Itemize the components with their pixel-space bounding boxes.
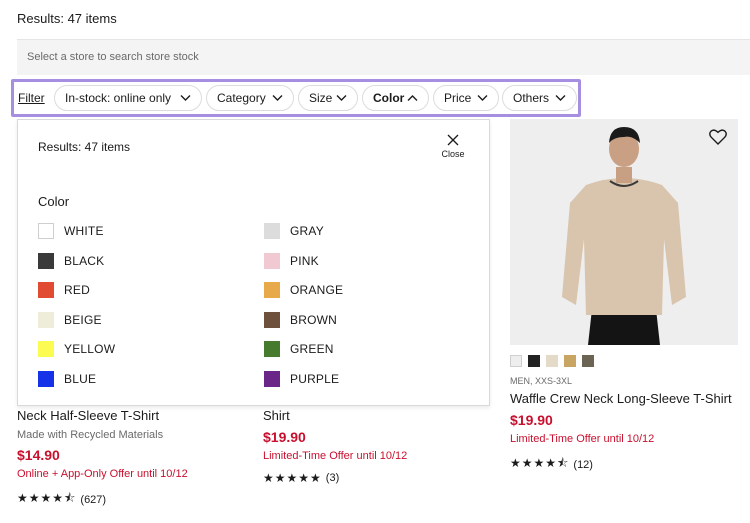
product-name[interactable]: Waffle Crew Neck Long-Sleeve T-Shirt: [510, 391, 746, 406]
pill-label: Size: [309, 91, 333, 105]
swatch-option[interactable]: [528, 355, 540, 367]
product-offer: Limited-Time Offer until 10/12: [263, 450, 408, 462]
color-option-beige[interactable]: BEIGE: [38, 311, 102, 329]
rating-count: (12): [573, 458, 593, 471]
close-button[interactable]: Close: [436, 134, 470, 164]
chevron-up-icon: [404, 85, 422, 111]
swatch-option[interactable]: [564, 355, 576, 367]
chevron-down-icon: [177, 85, 195, 111]
swatch-option[interactable]: [582, 355, 594, 367]
product-color-swatches: [510, 355, 600, 367]
filter-pill-color[interactable]: Color: [362, 85, 429, 111]
store-search-placeholder: Select a store to search store stock: [27, 51, 199, 63]
product-card-3[interactable]: Waffle Crew Neck Long-Sleeve T-Shirt $19…: [510, 391, 746, 475]
product-rating: ★★★★★ (3): [263, 471, 493, 485]
color-swatch: [264, 341, 280, 357]
filter-pill-category[interactable]: Category: [206, 85, 294, 111]
color-filter-panel: Results: 47 items Close Color WHITE GRAY…: [17, 119, 490, 406]
star-rating-icon: ★★★★⯪: [510, 456, 570, 470]
color-option-brown[interactable]: BROWN: [264, 311, 337, 329]
color-label: YELLOW: [64, 342, 116, 356]
product-subtitle: Made with Recycled Materials: [17, 429, 164, 441]
product-price: $14.90: [17, 447, 60, 463]
product-card-1[interactable]: Neck Half-Sleeve T-Shirt Made with Recyc…: [17, 408, 257, 510]
product-card-2[interactable]: Shirt $19.90 Limited-Time Offer until 10…: [263, 408, 493, 485]
filter-pill-others[interactable]: Others: [502, 85, 577, 111]
color-option-gray[interactable]: GRAY: [264, 222, 324, 240]
color-swatch: [38, 282, 54, 298]
product-price: $19.90: [263, 429, 306, 445]
color-label: RED: [64, 283, 90, 297]
rating-count: (3): [325, 472, 340, 484]
color-swatch: [38, 223, 54, 239]
product-name[interactable]: Neck Half-Sleeve T-Shirt: [17, 408, 257, 423]
product-size-range: MEN, XXS-3XL: [510, 376, 573, 386]
pill-label: Others: [513, 91, 550, 105]
filter-pill-instock[interactable]: In-stock: online only: [54, 85, 202, 111]
swatch-option[interactable]: [546, 355, 558, 367]
product-offer: Online + App-Only Offer until 10/12: [17, 468, 188, 480]
color-label: ORANGE: [290, 283, 344, 297]
color-option-green[interactable]: GREEN: [264, 340, 334, 358]
color-label: PURPLE: [290, 372, 340, 386]
product-price: $19.90: [510, 412, 553, 428]
favorite-heart-icon[interactable]: [709, 129, 727, 150]
rating-count: (627): [80, 493, 107, 506]
color-label: GREEN: [290, 342, 334, 356]
color-swatch: [38, 253, 54, 269]
color-option-white[interactable]: WHITE: [38, 222, 104, 240]
color-label: BROWN: [290, 313, 337, 327]
results-count: Results: 47 items: [17, 11, 117, 26]
chevron-down-icon: [474, 85, 492, 111]
swatch-option[interactable]: [510, 355, 522, 367]
color-swatch: [38, 371, 54, 387]
color-option-blue[interactable]: BLUE: [38, 370, 96, 388]
star-rating-icon: ★★★★★: [263, 471, 322, 485]
pill-label: Category: [217, 91, 266, 105]
color-label: WHITE: [64, 224, 104, 238]
color-label: BLUE: [64, 372, 97, 386]
panel-results-count: Results: 47 items: [38, 140, 131, 154]
model-photo-illustration: [510, 119, 738, 345]
color-swatch: [38, 312, 54, 328]
filter-link[interactable]: Filter: [18, 91, 45, 105]
color-option-pink[interactable]: PINK: [264, 252, 319, 270]
product-name[interactable]: Shirt: [263, 408, 493, 423]
color-label: PINK: [290, 254, 319, 268]
color-label: GRAY: [290, 224, 324, 238]
color-swatch: [264, 282, 280, 298]
product-offer: Limited-Time Offer until 10/12: [510, 433, 655, 445]
color-option-purple[interactable]: PURPLE: [264, 370, 339, 388]
color-swatch: [264, 253, 280, 269]
pill-label: Color: [373, 91, 405, 105]
color-swatch: [264, 223, 280, 239]
color-option-black[interactable]: BLACK: [38, 252, 104, 270]
filter-pill-price[interactable]: Price: [433, 85, 499, 111]
product-rating: ★★★★⯪ (627): [17, 489, 257, 510]
chevron-down-icon: [552, 85, 570, 111]
color-swatch: [264, 312, 280, 328]
product-image[interactable]: [510, 119, 738, 345]
color-option-yellow[interactable]: YELLOW: [38, 340, 115, 358]
color-swatch: [38, 341, 54, 357]
pill-label: In-stock: online only: [65, 91, 172, 105]
color-label: BLACK: [64, 254, 105, 268]
color-label: BEIGE: [64, 313, 102, 327]
chevron-down-icon: [269, 85, 287, 111]
color-swatch: [264, 371, 280, 387]
product-rating: ★★★★⯪ (12): [510, 454, 746, 475]
color-heading: Color: [38, 194, 70, 209]
star-rating-icon: ★★★★⯪: [17, 491, 77, 505]
filter-pill-size[interactable]: Size: [298, 85, 358, 111]
chevron-down-icon: [333, 85, 351, 111]
pill-label: Price: [444, 91, 472, 105]
close-label: Close: [441, 149, 465, 159]
close-icon: [447, 134, 459, 146]
color-option-orange[interactable]: ORANGE: [264, 281, 343, 299]
filter-bar: Filter In-stock: online only Category Si…: [11, 79, 581, 117]
color-option-red[interactable]: RED: [38, 281, 90, 299]
store-search-bar[interactable]: Select a store to search store stock: [17, 39, 750, 75]
